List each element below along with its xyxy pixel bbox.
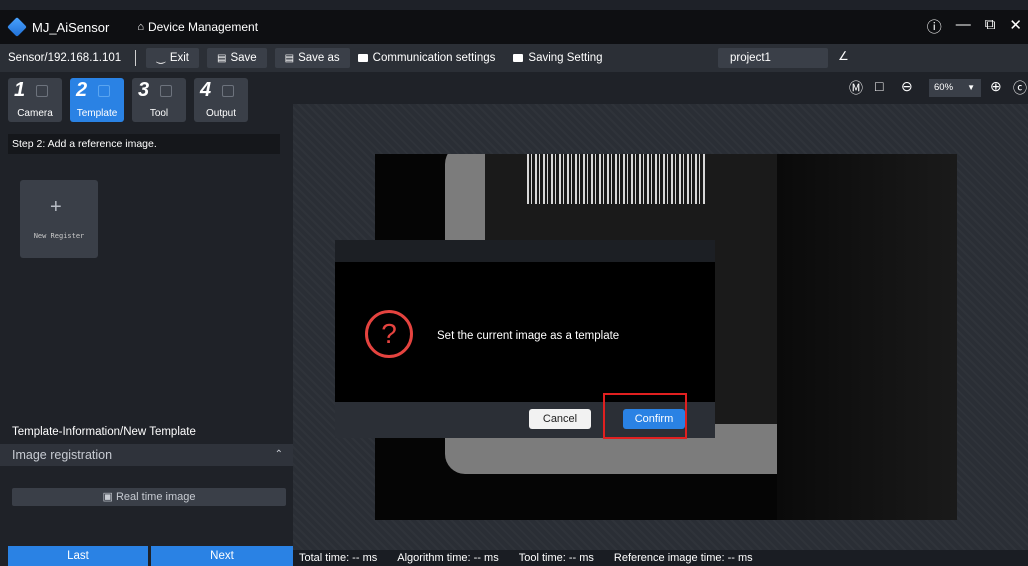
image-icon [513,54,524,62]
reference-image-time: Reference image time: -- ms [613,552,753,564]
title-bar: MJ_AiSensor ⌂ Device Management ⓘ — ⧉ ✕ [0,10,1028,44]
plus-icon: + [50,196,62,218]
edit-icon[interactable]: ∠ [838,49,849,63]
fullscreen-icon[interactable]: ⓒ [1013,78,1027,98]
tool-icon [160,85,172,97]
communication-icon [357,54,368,62]
communication-settings-label: Communication settings [372,52,496,64]
exit-icon: ⏝ [156,52,166,64]
exit-button[interactable]: ⏝ Exit [146,48,199,68]
sensor-address: Sensor/192.168.1.101 [8,52,122,64]
save-as-icon: ▤ [284,52,295,64]
zoom-out-icon[interactable]: ⊖ [901,78,913,95]
home-icon: ⌂ [137,21,144,33]
step-tool[interactable]: 3 Tool [132,78,186,122]
saving-setting-label: Saving Setting [528,52,603,64]
output-icon [222,85,234,97]
step-label: Template [76,108,118,119]
step-number: 4 [200,79,212,101]
step-output[interactable]: 4 Output [194,78,248,122]
window-controls: ⓘ — ⧉ ✕ [927,16,1022,37]
image-registration-label: Image registration [12,448,113,462]
next-button[interactable]: Next [151,546,293,566]
communication-settings-button[interactable]: Communication settings [357,52,496,64]
dialog-body: ? Set the current image as a template [335,262,715,402]
template-icon [98,85,110,97]
step-number: 3 [138,79,150,101]
left-panel: 1 Camera 2 Template 3 Tool 4 Output Step… [0,72,293,566]
exit-label: Exit [169,52,189,64]
minimize-icon[interactable]: — [956,16,971,37]
device-management-label: Device Management [147,20,259,34]
image-background [777,154,957,520]
save-label: Save [230,52,257,64]
step-number: 2 [76,79,88,101]
confirm-highlight-box [603,393,687,439]
normal-size-icon[interactable]: Ⓜ [849,78,863,98]
step-camera[interactable]: 1 Camera [8,78,62,122]
algorithm-time: Algorithm time: -- ms [397,552,499,564]
zoom-value: 60% [934,82,954,93]
barcode-image [527,154,707,204]
dialog-message: Set the current image as a template [437,330,620,342]
zoom-select[interactable]: 60% ▼ [929,79,981,97]
saving-setting-button[interactable]: Saving Setting [513,52,603,64]
template-information-title: Template-Information/New Template [12,426,196,438]
real-time-image-button[interactable]: ▣ Real time image [12,488,286,506]
save-icon: ▤ [216,52,227,64]
restore-icon[interactable]: ⧉ [985,16,996,37]
chevron-up-icon: ⌃ [274,449,283,460]
step-tabs: 1 Camera 2 Template 3 Tool 4 Output [8,78,248,122]
device-management-link[interactable]: ⌂ Device Management [137,20,258,34]
save-as-button[interactable]: ▤ Save as [274,48,350,68]
step-hint: Step 2: Add a reference image. [8,134,280,154]
app-title: MJ_AiSensor [32,19,110,35]
new-register-label: New Register [33,232,85,240]
caret-down-icon: ▼ [967,83,975,92]
toolbar: Sensor/192.168.1.101 ⏝ Exit ▤ Save ▤ Sav… [0,44,1028,72]
save-as-label: Save as [298,52,340,64]
real-time-image-label: Real time image [115,491,196,503]
last-button[interactable]: Last [8,546,148,566]
close-icon[interactable]: ✕ [1009,16,1022,37]
new-register-button[interactable]: + New Register [20,180,98,258]
image-canvas[interactable]: 23 ? Set the current image as a template… [293,104,1028,550]
step-label: Camera [17,108,53,119]
tool-time: Tool time: -- ms [518,552,594,564]
step-label: Tool [149,108,169,119]
toolbar-divider [135,50,137,66]
info-circle-icon[interactable]: ⓘ [927,16,942,37]
project-name-field[interactable]: project1 [718,48,828,68]
step-template[interactable]: 2 Template [70,78,124,122]
fit-window-icon[interactable]: □ [875,78,883,94]
save-button[interactable]: ▤ Save [206,48,267,68]
image-registration-section[interactable]: Image registration ⌃ [0,444,293,466]
question-icon: ? [365,310,413,358]
app-window: MJ_AiSensor ⌂ Device Management ⓘ — ⧉ ✕ … [0,0,1028,566]
cancel-button[interactable]: Cancel [529,409,591,429]
step-number: 1 [14,79,26,101]
status-bar: Total time: -- ms Algorithm time: -- ms … [293,550,1028,566]
zoom-in-icon[interactable]: ⊕ [990,78,1002,95]
view-toolbar: Ⓜ □ ⊖ 60% ▼ ⊕ ⓒ [293,72,1028,104]
camera-icon [36,85,48,97]
camera-icon: ▣ [102,491,113,503]
total-time: Total time: -- ms [299,552,378,564]
step-label: Output [205,108,237,119]
app-logo-icon [7,17,27,37]
main-view: Ⓜ □ ⊖ 60% ▼ ⊕ ⓒ 23 ? [293,72,1028,566]
dialog-header [335,240,715,262]
